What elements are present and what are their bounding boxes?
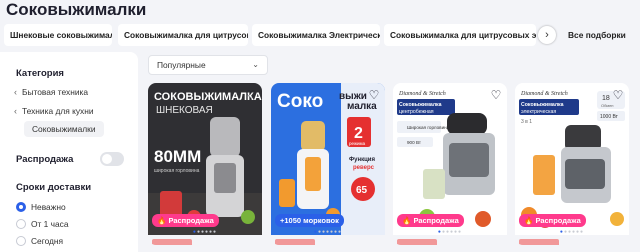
price-peek xyxy=(519,239,559,245)
sale-badge: 🔥 Распродажа xyxy=(397,214,464,227)
product-card[interactable]: Diamond & Stretch Соковыжималка электрич… xyxy=(515,83,629,245)
delivery-heading: Сроки доставки xyxy=(16,182,92,193)
fire-icon: 🔥 xyxy=(524,216,534,225)
chevron-down-icon: ⌄ xyxy=(252,60,259,69)
product-image-text: Diamond & Stretch xyxy=(520,91,568,97)
product-image-text: режима xyxy=(349,141,366,146)
product-image-text: Широкая горловина xyxy=(407,125,450,130)
filters-sidebar: Категория ‹ Бытовая техника ‹ Техника для … xyxy=(0,52,138,252)
product-image: СОКОВЫЖИМАЛКА ШНЕКОВАЯ 80MM широкая горл… xyxy=(148,83,262,235)
product-image-text: 80MM xyxy=(154,147,201,166)
product-image-text: ШНЕКОВАЯ xyxy=(156,105,213,116)
delivery-option[interactable]: Неважно xyxy=(16,202,66,212)
image-pagination[interactable]: ●●●●●● xyxy=(515,229,629,235)
product-card[interactable]: Соко выжи малка 2 режима Функция реверс … xyxy=(271,83,385,245)
product-image-text: 2 xyxy=(354,125,363,142)
category-link[interactable]: ‹ Техника для кухни xyxy=(14,106,94,116)
sort-select[interactable]: Популярные ⌄ xyxy=(148,55,268,75)
sale-badge: 🔥 Распродажа xyxy=(152,214,219,227)
category-heading: Категория xyxy=(16,68,64,79)
sale-label: Распродажа xyxy=(16,154,74,165)
product-image-text: 65 xyxy=(356,185,368,196)
image-pagination[interactable]: ●●●●●● xyxy=(148,229,262,235)
product-image-text: 3 в 1 xyxy=(521,119,532,125)
product-image: Соко выжи малка 2 режима Функция реверс … xyxy=(271,83,385,235)
product-image-text: малка xyxy=(347,101,377,112)
chevron-left-icon: ‹ xyxy=(14,106,17,116)
heart-icon[interactable]: ♡ xyxy=(489,88,503,102)
product-image-text: Обмен xyxy=(601,103,614,108)
fire-icon: 🔥 xyxy=(157,216,167,225)
heart-icon[interactable]: ♡ xyxy=(611,88,625,102)
sale-toggle[interactable] xyxy=(100,152,124,166)
fire-icon: 🔥 xyxy=(402,216,412,225)
image-pagination[interactable]: ●●●●●● xyxy=(393,229,507,235)
product-image-text: 18 xyxy=(602,95,610,102)
product-card[interactable]: СОКОВЫЖИМАЛКА ШНЕКОВАЯ 80MM широкая горл… xyxy=(148,83,262,245)
price-peek xyxy=(152,239,192,245)
product-image-text: Соковыжималка xyxy=(399,102,442,108)
chevron-right-icon[interactable]: › xyxy=(538,26,556,44)
product-image-text: широкая горловина xyxy=(154,168,200,174)
bonus-badge: +1050 морковок xyxy=(275,214,344,227)
collections-chips: Шнековые соковыжималки Соковыжималка для… xyxy=(0,24,640,48)
product-image-text: реверс xyxy=(353,165,375,171)
heart-icon[interactable]: ♡ xyxy=(367,88,381,102)
category-current[interactable]: Соковыжималки xyxy=(24,121,104,137)
category-link[interactable]: ‹ Бытовая техника xyxy=(14,87,88,97)
chip-collection[interactable]: Соковыжималка Электрическая xyxy=(252,24,380,46)
heart-icon[interactable]: ♡ xyxy=(244,88,258,102)
sale-badge: 🔥 Распродажа xyxy=(519,214,586,227)
image-pagination[interactable]: ●●●●●●● xyxy=(271,229,385,235)
page-title: Соковыжималки xyxy=(6,0,147,19)
chevron-left-icon: ‹ xyxy=(14,87,17,97)
product-card[interactable]: Diamond & Stretch Соковыжималка центробе… xyxy=(393,83,507,245)
all-collections-link[interactable]: Все подборки xyxy=(562,24,634,46)
price-peek xyxy=(397,239,437,245)
product-image-text: Diamond & Stretch xyxy=(398,91,446,97)
radio-selected-icon xyxy=(16,202,26,212)
product-image-text: 900 Вт xyxy=(407,140,422,145)
chip-collection[interactable]: Соковыжималка для цитрусовых xyxy=(118,24,248,46)
chip-collection[interactable]: Соковыжималка для цитрусовых электри xyxy=(384,24,536,46)
product-image-text: Соко xyxy=(277,91,323,112)
product-image-text: электрическая xyxy=(521,109,556,115)
product-image-text: Соковыжималка xyxy=(521,102,564,108)
radio-icon xyxy=(16,219,26,229)
product-image: Diamond & Stretch Соковыжималка центробе… xyxy=(393,83,507,235)
product-image: Diamond & Stretch Соковыжималка электрич… xyxy=(515,83,629,235)
product-image-text: центробежная xyxy=(399,109,434,115)
chip-collection[interactable]: Шнековые соковыжималки xyxy=(4,24,112,46)
product-image-text: Функция xyxy=(349,157,375,163)
price-peek xyxy=(275,239,315,245)
delivery-option[interactable]: От 1 часа xyxy=(16,219,69,229)
product-image-text: 1000 Вт xyxy=(600,114,619,120)
